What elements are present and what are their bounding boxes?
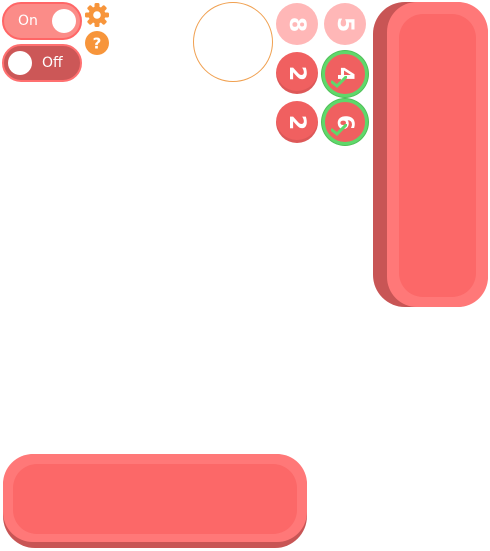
check-icon — [331, 124, 347, 136]
number-tile[interactable]: 2 — [276, 101, 318, 143]
on-toggle[interactable]: On — [2, 2, 82, 40]
off-toggle-label: Off — [42, 55, 63, 71]
gear-icon[interactable] — [83, 1, 111, 29]
number-tile-value: 5 — [332, 16, 358, 32]
number-tile-checked[interactable]: 6 — [322, 99, 368, 145]
number-tile[interactable]: 8 — [276, 3, 318, 45]
horizontal-bar-block[interactable] — [3, 454, 307, 548]
number-tile-value: 2 — [284, 65, 310, 81]
target-circle — [193, 2, 273, 82]
off-toggle-knob — [8, 51, 32, 75]
on-toggle-label: On — [18, 13, 38, 29]
number-tile-checked[interactable]: 4 — [322, 51, 368, 97]
check-icon — [331, 76, 347, 88]
number-tile[interactable]: 2 — [276, 52, 318, 94]
number-tile-value: 8 — [284, 16, 310, 32]
vertical-bar-block[interactable] — [373, 2, 488, 307]
help-icon[interactable]: ? — [83, 29, 111, 57]
help-glyph: ? — [93, 35, 102, 53]
vertical-bar-face — [399, 14, 476, 297]
number-tile-value: 2 — [284, 114, 310, 130]
number-tile[interactable]: 5 — [324, 3, 366, 45]
off-toggle[interactable]: Off — [2, 44, 82, 82]
horizontal-bar-face — [13, 464, 297, 534]
horizontal-bar-body — [3, 454, 307, 542]
on-toggle-knob — [52, 9, 76, 33]
vertical-bar-body — [387, 2, 488, 307]
